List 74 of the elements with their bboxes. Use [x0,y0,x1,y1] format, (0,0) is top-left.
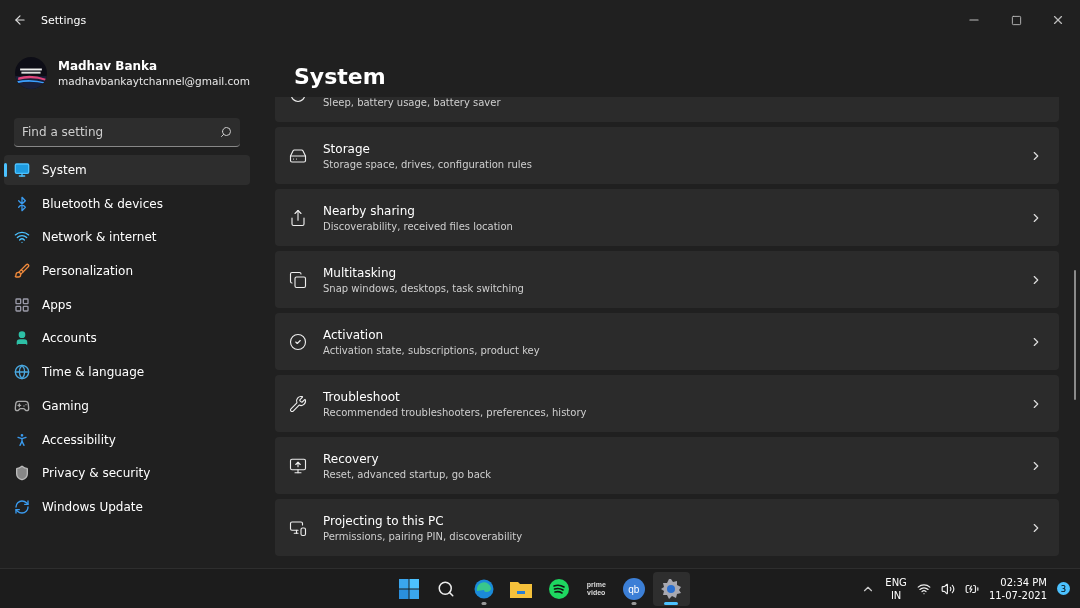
setting-title: Troubleshoot [323,389,401,404]
wifi-icon[interactable] [916,581,931,596]
settings-card[interactable]: Multitasking Snap windows, desktops, task switching [275,251,1059,308]
taskbar-app[interactable] [652,572,690,606]
setting-description: Activation state, subscriptions, product key [323,344,541,356]
setting-description: Discoverability, received files location [323,220,514,232]
user-name: Madhav Banka [57,59,159,73]
user-email: madhavbankaytchannel@gmail.com [57,75,250,87]
setting-description: Snap windows, desktops, task switching [323,282,525,294]
setting-title: Projecting to this PC [323,513,445,528]
sidebar-item[interactable]: Network & internet [4,222,250,253]
setting-title: Activation [323,327,385,342]
setting-description: Sleep, battery usage, battery saver [323,97,502,108]
search-icon [220,126,232,138]
settings-card[interactable]: Sleep, battery usage, battery saver [275,97,1059,122]
settings-card[interactable]: Storage Storage space, drives, configuration rules [275,127,1059,184]
sidebar-item[interactable]: Accessibility [4,424,250,455]
setting-title: Nearby sharing [323,203,416,218]
sidebar-item[interactable]: Apps [4,289,250,320]
setting-icon [289,394,307,413]
sidebar-item[interactable]: Personalization [4,256,250,287]
category-icon [14,364,30,381]
settings-card[interactable]: Nearby sharing Discoverability, received files location [275,189,1059,246]
category-icon [14,431,30,448]
settings-card[interactable]: Activation Activation state, subscriptions, product key [275,313,1059,370]
notification-badge[interactable]: 3 [1057,582,1070,595]
torrent-app-logo: qb [622,578,645,600]
music-app-icon [548,579,569,599]
gear-icon [661,579,682,599]
setting-description: Storage space, drives, configuration rules [323,158,533,170]
language-indicator[interactable]: ENG IN [885,575,907,602]
browser-icon [473,579,494,599]
close-icon [1051,13,1065,27]
settings-card[interactable]: Troubleshoot Recommended troubleshooters, preferences, history [275,375,1059,432]
sidebar-item[interactable]: Accounts [4,323,250,354]
category-icon [14,162,30,178]
category-icon [14,330,30,347]
settings-card[interactable]: Recovery Reset, advanced startup, go back [275,437,1059,494]
setting-description: Reset, advanced startup, go back [323,468,493,480]
setting-icon [289,456,307,475]
maximize-icon [1010,14,1022,26]
category-icon [14,498,30,515]
setting-icon [289,332,307,351]
sidebar-item[interactable]: Gaming [4,390,250,421]
sidebar-item[interactable]: Time & language [4,357,250,388]
setting-icon [289,208,307,227]
category-icon [14,263,30,280]
setting-icon [289,146,307,165]
setting-icon [289,270,307,289]
settings-card[interactable]: Projecting to this PC Permissions, pairing PIN, discoverability [275,499,1059,556]
category-icon [14,296,30,313]
sidebar-item[interactable]: Windows Update [4,491,250,522]
setting-icon [289,518,307,537]
clock[interactable]: 02:34 PM 11-07-2021 [988,575,1047,602]
setting-title: Recovery [323,451,380,466]
scrollbar[interactable] [1074,270,1076,400]
taskbar-app[interactable]: qb [615,572,653,606]
sidebar-item[interactable]: System [4,155,250,185]
volume-icon[interactable] [940,581,955,596]
category-icon [14,465,30,482]
search-field[interactable]: Find a setting [14,118,240,147]
setting-description: Permissions, pairing PIN, discoverability [323,530,524,542]
back-icon[interactable] [13,13,27,27]
windows-start-icon [398,579,419,599]
window-title: Settings [41,13,87,27]
setting-title: Multitasking [323,265,398,280]
folder-icon [510,580,533,598]
page-title: System [293,63,387,91]
category-icon [14,229,30,246]
search-icon [437,580,456,598]
setting-title: Storage [323,141,371,156]
setting-description: Recommended troubleshooters, preferences, history [323,406,588,418]
sidebar-item[interactable]: Bluetooth & devices [4,188,250,219]
sidebar-item[interactable]: Privacy & security [4,458,250,489]
